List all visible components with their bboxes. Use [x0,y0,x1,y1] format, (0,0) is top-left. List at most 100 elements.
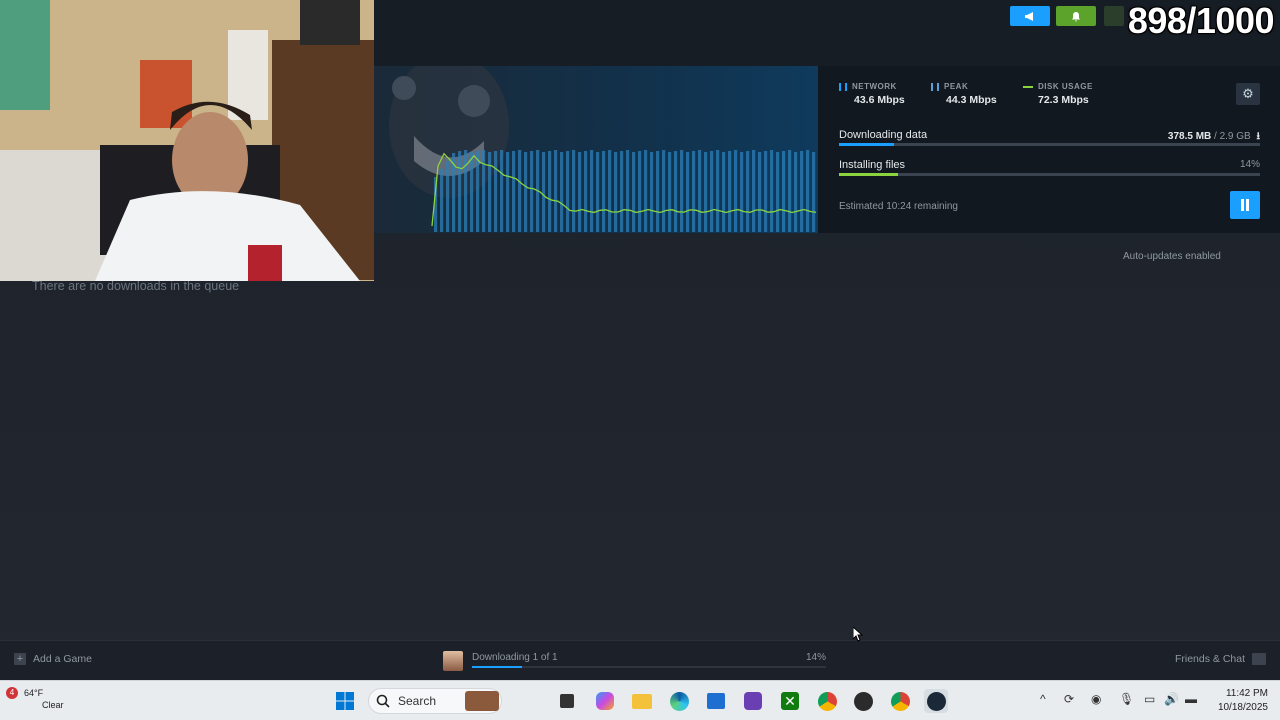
task-view-button[interactable] [555,689,579,713]
pause-button[interactable] [1230,191,1260,219]
network-bar [668,152,672,232]
network-bar [662,150,666,232]
weather-widget[interactable]: 4 64°F Clear [6,687,64,711]
game-thumbnail [443,651,463,671]
webcam-feed [0,0,374,281]
download-settings-button[interactable]: ⚙ [1236,83,1260,105]
pause-icon [1241,199,1249,211]
bell-icon [1072,11,1080,21]
search-placeholder: Search [398,694,437,708]
sync-tray-icon[interactable]: ⟳ [1064,692,1074,706]
stat-peak-value: 44.3 Mbps [946,94,997,106]
network-bar [746,151,750,232]
start-button[interactable] [333,689,357,713]
auto-updates-status[interactable]: Auto-updates enabled [1123,251,1221,262]
obs-button[interactable] [851,689,875,713]
edge-icon [669,691,689,711]
footer-download-status[interactable]: Downloading 1 of 1 14% [443,649,828,675]
footer-downloading-text: Downloading 1 of 1 [472,652,558,663]
installing-bar [839,173,1260,176]
announcements-button[interactable] [1010,6,1050,26]
network-bar [758,152,762,232]
taskbar-clock[interactable]: 11:42 PM 10/18/2025 [1218,687,1268,715]
store-icon [707,693,725,709]
network-bar [494,151,498,232]
network-bar [734,150,738,232]
weather-temperature: 64°F [24,688,44,698]
download-stats: NETWORK 43.6 Mbps PEAK 44.3 Mbps DISK US… [839,82,1095,106]
downloaded-amount: 378.5 MB [1167,131,1212,142]
stat-network-label: NETWORK [852,82,897,91]
network-bar [608,150,612,232]
network-bar [764,151,768,232]
user-avatar[interactable] [1104,6,1124,26]
taskbar-search[interactable]: Search [368,688,502,714]
network-bar [716,150,720,232]
xbox-button[interactable]: ✕ [778,689,802,713]
network-bar [512,151,516,232]
microphone-icon[interactable]: 🎙 [1119,692,1134,706]
download-graph [389,66,817,232]
network-bars [434,150,816,232]
plus-icon: + [14,653,26,665]
network-bar [650,152,654,232]
edge-button[interactable] [667,689,691,713]
network-bar [578,152,582,232]
installing-percent: 14% [1239,159,1260,170]
network-bar [530,151,534,232]
network-bar [446,161,450,232]
network-bar [680,150,684,232]
search-highlight-icon [465,691,499,711]
active-download-panel: NETWORK 43.6 Mbps PEAK 44.3 Mbps DISK US… [374,66,1280,233]
steam-taskbar-button[interactable] [924,689,948,713]
store-button[interactable] [704,689,728,713]
stat-disk: DISK USAGE 72.3 Mbps [1023,82,1095,106]
copilot-button[interactable] [593,689,617,713]
network-tray-icon[interactable]: ▭ [1144,692,1155,706]
app-purple-button[interactable] [741,689,765,713]
weather-condition: Clear [42,700,64,710]
network-bar [704,152,708,232]
downloading-row: Downloading data 378.5 MB / 2.9 GB ⭳ [839,129,1260,146]
network-bar [482,150,486,232]
network-bar [602,151,606,232]
weather-badge: 4 [6,687,18,699]
downloading-bar [839,143,1260,146]
tray-app-icon[interactable]: ◉ [1091,692,1101,706]
add-game-label: Add a Game [33,653,92,665]
network-bar [572,150,576,232]
empty-queue-message: There are no downloads in the queue [32,279,240,293]
network-bar [656,151,660,232]
notifications-button[interactable] [1056,6,1096,26]
chrome-profile-button[interactable] [888,689,912,713]
show-hidden-icons-button[interactable]: ^ [1040,692,1046,706]
stat-network: NETWORK 43.6 Mbps [839,82,911,106]
volume-icon[interactable]: 🔊 [1164,692,1179,706]
network-bar [794,152,798,232]
stat-disk-value: 72.3 Mbps [1038,94,1089,106]
network-bar [554,150,558,232]
network-bar [464,150,468,232]
chrome-button[interactable] [815,689,839,713]
network-bar [686,152,690,232]
file-explorer-button[interactable] [630,689,654,713]
stat-peak: PEAK 44.3 Mbps [931,82,1003,106]
network-bar [692,151,696,232]
friends-chat-button[interactable]: Friends & Chat [1175,653,1266,665]
network-bar [506,152,510,232]
add-game-button[interactable]: + Add a Game [14,653,92,665]
network-bar [698,150,702,232]
stat-disk-label: DISK USAGE [1038,82,1093,91]
stat-network-value: 43.6 Mbps [854,94,905,106]
battery-icon[interactable]: ▬ [1185,692,1197,706]
network-bar [800,151,804,232]
network-bar [440,169,444,232]
obs-icon [853,691,873,711]
network-bar [782,151,786,232]
network-icon [839,82,847,91]
megaphone-icon [1025,11,1033,21]
clock-date: 10/18/2025 [1217,702,1268,713]
friends-icon [1252,653,1266,665]
installing-label: Installing files [839,159,906,171]
network-bar [542,152,546,232]
